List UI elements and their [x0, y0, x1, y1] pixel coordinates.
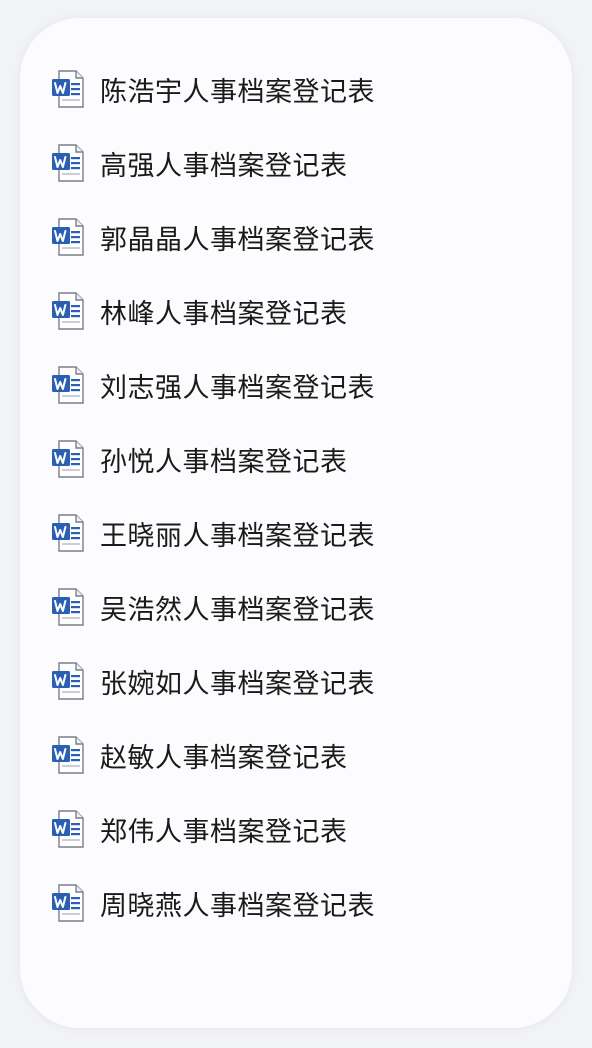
file-name: 高强人事档案登记表	[100, 150, 348, 182]
file-name: 周晓燕人事档案登记表	[100, 890, 375, 922]
word-doc-icon	[50, 882, 86, 924]
word-doc-icon	[50, 364, 86, 406]
word-doc-icon	[50, 512, 86, 554]
word-doc-icon	[50, 586, 86, 628]
word-doc-icon	[50, 68, 86, 110]
file-item[interactable]: 林峰人事档案登记表	[50, 274, 375, 348]
file-item[interactable]: 吴浩然人事档案登记表	[50, 570, 375, 644]
file-item[interactable]: 张婉如人事档案登记表	[50, 644, 375, 718]
file-item[interactable]: 王晓丽人事档案登记表	[50, 496, 375, 570]
file-name: 郭晶晶人事档案登记表	[100, 224, 375, 256]
file-item[interactable]: 郭晶晶人事档案登记表	[50, 200, 375, 274]
file-name: 赵敏人事档案登记表	[100, 742, 348, 774]
file-name: 吴浩然人事档案登记表	[100, 594, 375, 626]
file-item[interactable]: 高强人事档案登记表	[50, 126, 375, 200]
word-doc-icon	[50, 216, 86, 258]
file-name: 张婉如人事档案登记表	[100, 668, 375, 700]
word-doc-icon	[50, 290, 86, 332]
file-item[interactable]: 刘志强人事档案登记表	[50, 348, 375, 422]
file-item[interactable]: 赵敏人事档案登记表	[50, 718, 375, 792]
file-name: 郑伟人事档案登记表	[100, 816, 348, 848]
file-name: 孙悦人事档案登记表	[100, 446, 348, 478]
file-name: 陈浩宇人事档案登记表	[100, 76, 375, 108]
file-name: 林峰人事档案登记表	[100, 298, 348, 330]
word-doc-icon	[50, 142, 86, 184]
word-doc-icon	[50, 734, 86, 776]
file-item[interactable]: 郑伟人事档案登记表	[50, 792, 375, 866]
file-list: 陈浩宇人事档案登记表 高强人事档案登记表 郭晶晶人事档案登记表 林峰人事档案登记…	[50, 52, 375, 940]
file-name: 刘志强人事档案登记表	[100, 372, 375, 404]
file-item[interactable]: 陈浩宇人事档案登记表	[50, 52, 375, 126]
word-doc-icon	[50, 808, 86, 850]
file-name: 王晓丽人事档案登记表	[100, 520, 375, 552]
word-doc-icon	[50, 660, 86, 702]
file-list-panel: 陈浩宇人事档案登记表 高强人事档案登记表 郭晶晶人事档案登记表 林峰人事档案登记…	[20, 18, 572, 1028]
file-item[interactable]: 孙悦人事档案登记表	[50, 422, 375, 496]
word-doc-icon	[50, 438, 86, 480]
file-item[interactable]: 周晓燕人事档案登记表	[50, 866, 375, 940]
